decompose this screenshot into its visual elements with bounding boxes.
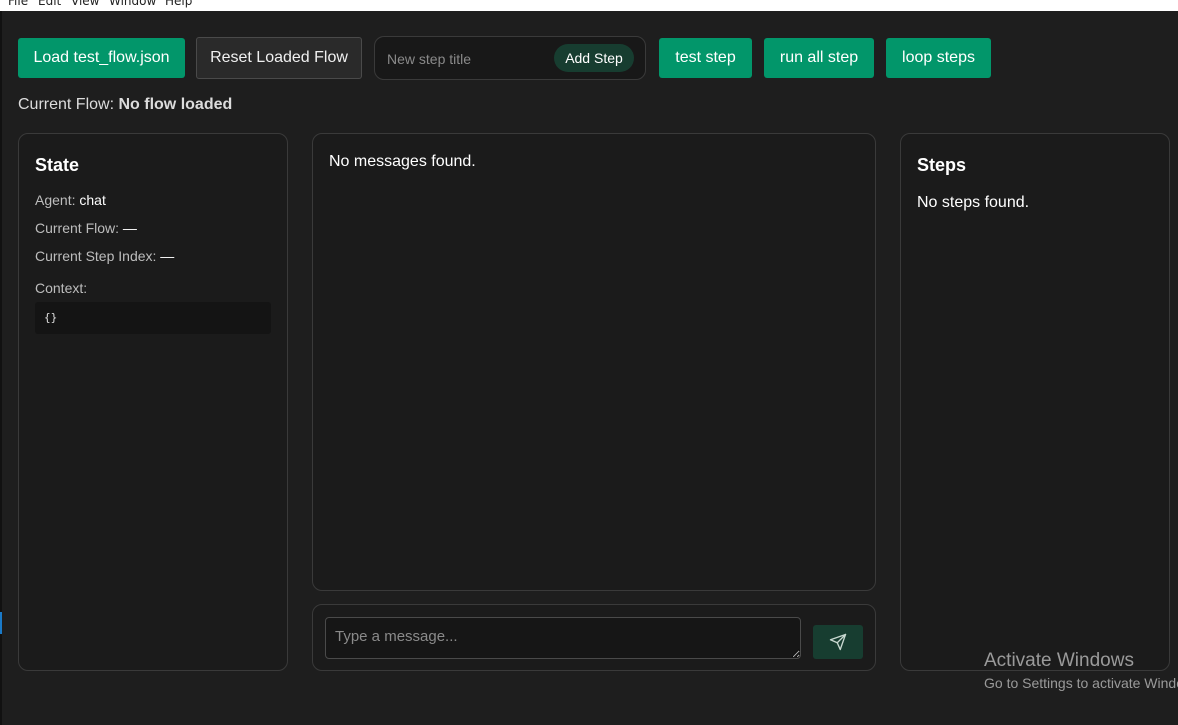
current-flow-value: No flow loaded <box>118 96 233 113</box>
context-code-block: {} <box>35 302 271 334</box>
menu-help[interactable]: Help <box>165 0 192 8</box>
messages-panel: No messages found. <box>312 133 876 591</box>
taskbar-edge-marker <box>0 612 2 634</box>
context-label: Context: <box>35 280 88 296</box>
agent-line: Agent: chat <box>35 192 106 208</box>
menu-bar: File Edit View Window Help <box>0 0 1178 11</box>
run-all-step-button[interactable]: run all step <box>764 38 874 78</box>
send-button[interactable] <box>813 625 863 659</box>
agent-value: chat <box>79 192 106 208</box>
state-flow-value: — <box>122 220 137 236</box>
agent-label: Agent: <box>35 192 76 208</box>
step-index-label: Current Step Index: <box>35 248 157 264</box>
state-panel-title: State <box>35 155 80 175</box>
send-icon <box>829 633 847 651</box>
menu-file[interactable]: File <box>8 0 28 8</box>
new-step-form: Add Step <box>374 36 646 80</box>
no-messages-text: No messages found. <box>329 153 476 170</box>
loop-steps-button[interactable]: loop steps <box>886 38 991 78</box>
chat-composer <box>312 604 876 671</box>
add-step-button[interactable]: Add Step <box>554 44 634 72</box>
step-index-line: Current Step Index: — <box>35 248 174 264</box>
steps-panel: Steps No steps found. <box>900 133 1170 671</box>
current-flow-label: Current Flow: <box>18 96 115 113</box>
steps-panel-title: Steps <box>917 155 967 175</box>
current-flow-status: Current Flow: No flow loaded <box>18 96 232 114</box>
step-title-input[interactable] <box>385 45 554 73</box>
state-panel: State Agent: chat Current Flow: — Curren… <box>18 133 288 671</box>
state-current-flow-line: Current Flow: — <box>35 220 137 236</box>
message-input[interactable] <box>325 617 801 659</box>
menu-view[interactable]: View <box>71 0 99 8</box>
step-index-value: — <box>160 248 175 264</box>
menu-edit[interactable]: Edit <box>38 0 61 8</box>
state-flow-label: Current Flow: <box>35 220 120 236</box>
test-step-button[interactable]: test step <box>659 38 752 78</box>
menu-window[interactable]: Window <box>109 0 156 8</box>
load-flow-button[interactable]: Load test_flow.json <box>18 38 185 78</box>
activate-windows-title: Activate Windows <box>984 650 1134 671</box>
no-steps-text: No steps found. <box>917 194 1030 211</box>
activate-windows-subtitle: Go to Settings to activate Windows. <box>984 675 1178 691</box>
reset-flow-button[interactable]: Reset Loaded Flow <box>196 37 362 79</box>
